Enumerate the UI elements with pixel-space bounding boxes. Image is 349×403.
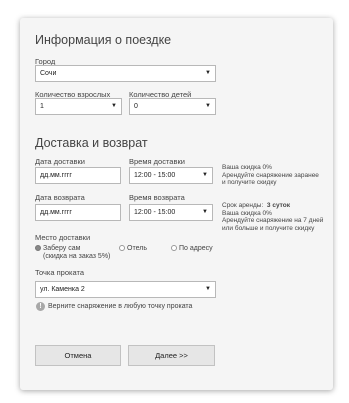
cancel-button[interactable]: Отмена (35, 345, 121, 366)
return-time-value: 12:00 - 15:00 (134, 209, 176, 216)
term-line: или больше и получите скидку (222, 224, 315, 232)
caret-down-icon: ▼ (205, 103, 211, 109)
radio-hotel-label: Отель (127, 245, 147, 252)
radio-empty-icon (171, 245, 177, 251)
caret-down-icon: ▼ (205, 70, 211, 76)
info-icon: ! (36, 302, 45, 311)
radio-address[interactable]: По адресу (171, 245, 213, 253)
discount-line: Ваша скидка 0% (222, 164, 272, 171)
radio-pickup-label: Заберу сам (43, 245, 81, 252)
return-date-value: дд.мм.гггг (40, 209, 72, 216)
children-select[interactable]: 0 ▼ (129, 98, 216, 115)
caret-down-icon: ▼ (202, 172, 208, 178)
delivery-place-label: Место доставки (35, 233, 91, 242)
discount-line: Арендуйте снаряжение заранее (222, 171, 319, 179)
rental-point-select[interactable]: ул. Каменка 2 ▼ (35, 281, 216, 298)
radio-address-label: По адресу (179, 245, 213, 252)
rental-term-value: 3 суток (266, 202, 290, 209)
rental-term: Срок аренды: 3 суток (222, 202, 323, 210)
delivery-discount-note: Ваша скидка 0% Арендуйте снаряжение зара… (222, 164, 319, 187)
radio-pickup[interactable]: Заберу сам (скидка на заказ 5%) (35, 245, 110, 261)
rental-term-note: Срок аренды: 3 суток Ваша скидка 0% Арен… (222, 202, 323, 232)
radio-hotel[interactable]: Отель (119, 245, 147, 253)
return-time-select[interactable]: 12:00 - 15:00 ▼ (129, 204, 213, 221)
return-time-label: Время возврата (129, 193, 185, 202)
rental-term-label: Срок аренды: (222, 202, 264, 209)
return-date-label: Дата возврата (35, 193, 85, 202)
delivery-time-select[interactable]: 12:00 - 15:00 ▼ (129, 167, 213, 184)
delivery-date-label: Дата доставки (35, 157, 85, 166)
caret-down-icon: ▼ (202, 209, 208, 215)
term-line: Ваша скидка 0% (222, 209, 272, 217)
term-line: Арендуйте снаряжение на 7 дней (222, 217, 324, 224)
radio-selected-icon (35, 245, 41, 251)
caret-down-icon: ▼ (205, 286, 211, 292)
radio-pickup-sublabel: (скидка на заказ 5%) (43, 253, 111, 260)
adults-select[interactable]: 1 ▼ (35, 98, 122, 115)
delivery-date-input[interactable]: дд.мм.гггг (35, 167, 121, 184)
delivery-time-label: Время доставки (129, 157, 185, 166)
city-select[interactable]: Сочи ▼ (35, 65, 216, 82)
children-value: 0 (134, 103, 138, 110)
rental-point-value: ул. Каменка 2 (40, 286, 85, 293)
delivery-date-value: дд.мм.гггг (40, 172, 72, 179)
radio-empty-icon (119, 245, 125, 251)
rental-point-info: Верните снаряжение в любую точку проката (48, 303, 193, 310)
return-date-input[interactable]: дд.мм.гггг (35, 204, 121, 221)
delivery-time-value: 12:00 - 15:00 (134, 172, 176, 179)
next-button[interactable]: Далее >> (128, 345, 215, 366)
delivery-section-title: Доставка и возврат (35, 136, 148, 150)
caret-down-icon: ▼ (111, 103, 117, 109)
trip-section-title: Информация о поездке (35, 33, 172, 47)
rental-point-label: Точка проката (35, 268, 84, 277)
city-value: Сочи (40, 70, 57, 77)
discount-line: и получите скидку (222, 179, 277, 186)
adults-value: 1 (40, 103, 44, 110)
